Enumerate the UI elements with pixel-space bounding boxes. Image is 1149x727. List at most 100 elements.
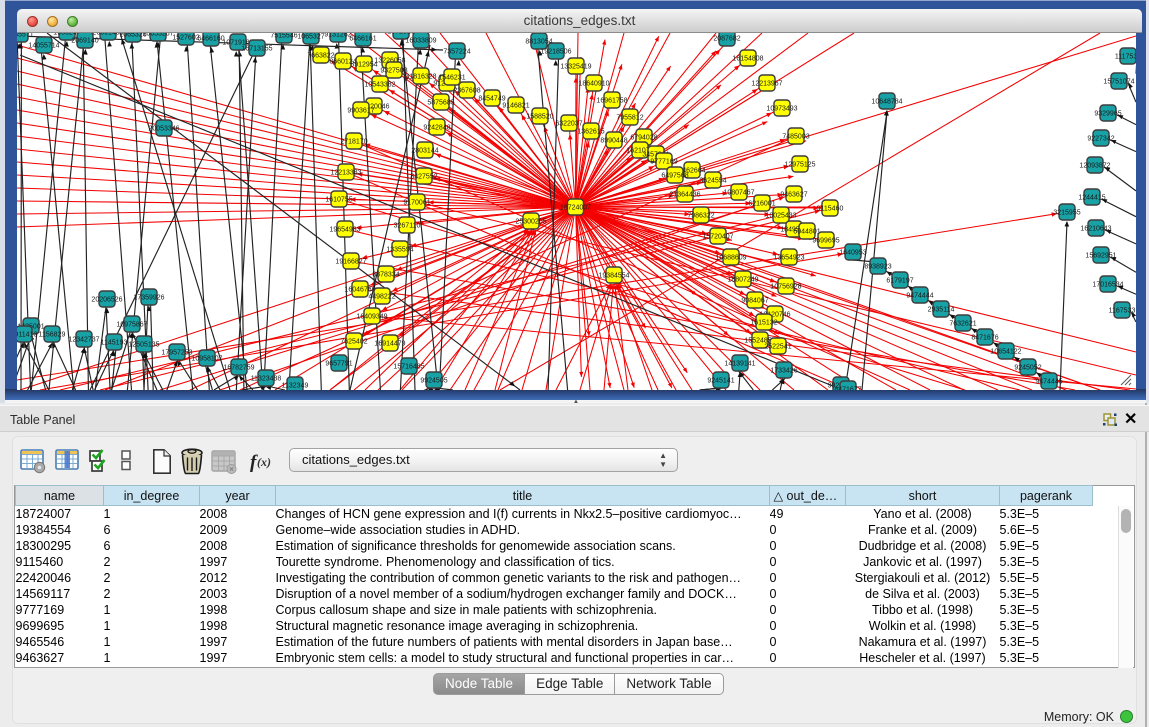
svg-text:9474444: 9474444	[906, 293, 933, 300]
svg-text:9115460: 9115460	[817, 206, 844, 213]
svg-text:10756928: 10756928	[770, 284, 801, 291]
svg-text:9327503: 9327503	[380, 68, 407, 75]
svg-text:7357224: 7357224	[443, 49, 470, 56]
svg-text:7986322: 7986322	[687, 213, 714, 220]
svg-text:2935114: 2935114	[928, 307, 955, 314]
svg-text:16782759: 16782759	[223, 365, 254, 372]
svg-text:6216001: 6216001	[748, 201, 775, 208]
svg-text:11323488: 11323488	[251, 376, 282, 383]
svg-text:1132349: 1132349	[282, 383, 309, 390]
svg-text:20206526: 20206526	[91, 297, 122, 304]
svg-text:1527602: 1527602	[172, 35, 199, 42]
svg-text:9777169: 9777169	[650, 159, 677, 166]
svg-text:31816328: 31816328	[405, 74, 436, 81]
svg-text:16409349: 16409349	[356, 314, 387, 321]
svg-text:3215955: 3215955	[1053, 210, 1080, 217]
svg-text:12213967: 12213967	[751, 81, 782, 88]
svg-text:19654983: 19654983	[329, 227, 360, 234]
svg-text:1546231: 1546231	[438, 75, 465, 82]
svg-text:6322037: 6322037	[555, 121, 582, 128]
svg-text:1362615: 1362615	[577, 129, 604, 136]
svg-text:16154808: 16154808	[732, 56, 763, 63]
svg-text:6497568: 6497568	[661, 173, 688, 180]
svg-text:2522541: 2522541	[764, 344, 791, 351]
svg-text:17359926: 17359926	[133, 295, 164, 302]
svg-text:1640953: 1640953	[839, 250, 866, 257]
svg-text:9474445: 9474445	[1035, 379, 1062, 386]
svg-text:6179197: 6179197	[886, 278, 913, 285]
svg-text:9245141: 9245141	[707, 378, 734, 385]
svg-text:8471676: 8471676	[971, 335, 998, 342]
svg-text:5875685: 5875685	[427, 100, 454, 107]
svg-text:18807249: 18807249	[727, 277, 758, 284]
svg-text:1167533: 1167533	[1109, 308, 1136, 315]
svg-text:7515546: 7515546	[270, 33, 297, 40]
svg-text:5944801: 5944801	[793, 229, 820, 236]
svg-text:9035571: 9035571	[17, 33, 34, 39]
svg-text:2367608: 2367608	[453, 88, 480, 95]
svg-text:17016534: 17016534	[1092, 282, 1123, 289]
svg-text:14139141: 14139141	[724, 361, 755, 368]
svg-text:10648784: 10648784	[871, 99, 902, 106]
svg-text:9924505: 9924505	[420, 378, 447, 385]
svg-text:10025433: 10025433	[765, 213, 796, 220]
svg-text:7485003: 7485003	[782, 134, 809, 141]
svg-text:17957253: 17957253	[161, 350, 192, 357]
svg-text:1335594: 1335594	[386, 247, 413, 254]
svg-text:7955812: 7955812	[616, 115, 643, 122]
svg-text:19384554: 19384554	[598, 273, 629, 280]
svg-text:1117533: 1117533	[1115, 54, 1136, 61]
svg-text:9245052: 9245052	[1014, 365, 1041, 372]
svg-text:10973493: 10973493	[766, 106, 797, 113]
svg-text:9699695: 9699695	[812, 238, 839, 245]
svg-text:9657791: 9657791	[325, 361, 352, 368]
svg-text:10654122: 10654122	[990, 349, 1021, 356]
svg-text:9329965: 9329965	[1094, 111, 1121, 118]
svg-text:2803144: 2803144	[411, 148, 438, 155]
svg-text:2069140: 2069140	[71, 38, 98, 45]
svg-text:7632621: 7632621	[949, 321, 976, 328]
svg-text:1145193: 1145193	[101, 340, 128, 347]
svg-text:6466161: 6466161	[349, 36, 376, 43]
svg-text:18724007: 18724007	[560, 205, 591, 212]
svg-text:16033809: 16033809	[405, 38, 436, 45]
svg-text:8471677: 8471677	[834, 387, 861, 391]
svg-text:16914479: 16914479	[374, 341, 405, 348]
svg-text:12505135: 12505135	[128, 342, 159, 349]
svg-text:10807467: 10807467	[723, 190, 754, 197]
svg-text:15751074: 15751074	[1103, 79, 1134, 86]
svg-text:8990448: 8990448	[600, 138, 627, 145]
svg-text:7625402: 7625402	[340, 339, 367, 346]
svg-text:9084067: 9084067	[741, 298, 768, 305]
svg-text:1244415: 1244415	[1078, 195, 1105, 202]
svg-text:3267110: 3267110	[394, 223, 421, 230]
svg-text:20053346: 20053346	[148, 126, 179, 133]
svg-text:9903617: 9903617	[347, 108, 374, 115]
svg-text:4498222: 4498222	[368, 294, 395, 301]
svg-text:1610755: 1610755	[325, 197, 352, 204]
svg-text:10543382: 10543382	[364, 82, 395, 89]
svg-text:12093872: 12093872	[1079, 163, 1110, 170]
svg-text:6466160: 6466160	[197, 36, 224, 43]
svg-text:15720407: 15720407	[702, 234, 733, 241]
svg-text:1065327: 1065327	[297, 34, 324, 41]
svg-text:16961758: 16961758	[596, 98, 627, 105]
svg-text:15716485: 15716485	[393, 364, 424, 371]
svg-text:9131262: 9131262	[324, 33, 351, 39]
svg-text:1588520: 1588520	[526, 114, 553, 121]
svg-text:21364436: 21364436	[669, 192, 700, 199]
svg-text:9463627: 9463627	[780, 192, 807, 199]
svg-text:2087682: 2087682	[713, 36, 740, 43]
svg-text:(x): (x)	[257, 455, 271, 469]
svg-text:15692951: 15692951	[1085, 253, 1116, 260]
svg-text:1156829: 1156829	[39, 332, 66, 339]
svg-text:1733426: 1733426	[770, 368, 797, 375]
svg-text:19166827: 19166827	[335, 259, 366, 266]
svg-text:13654923: 13654923	[773, 255, 804, 262]
svg-text:1071918: 1071918	[387, 33, 414, 36]
svg-text:9170061: 9170061	[403, 200, 430, 207]
svg-text:12213383: 12213383	[330, 170, 361, 177]
svg-text:8427552: 8427552	[410, 174, 437, 181]
svg-text:18640910: 18640910	[578, 81, 609, 88]
svg-text:9146821: 9146821	[502, 103, 529, 110]
